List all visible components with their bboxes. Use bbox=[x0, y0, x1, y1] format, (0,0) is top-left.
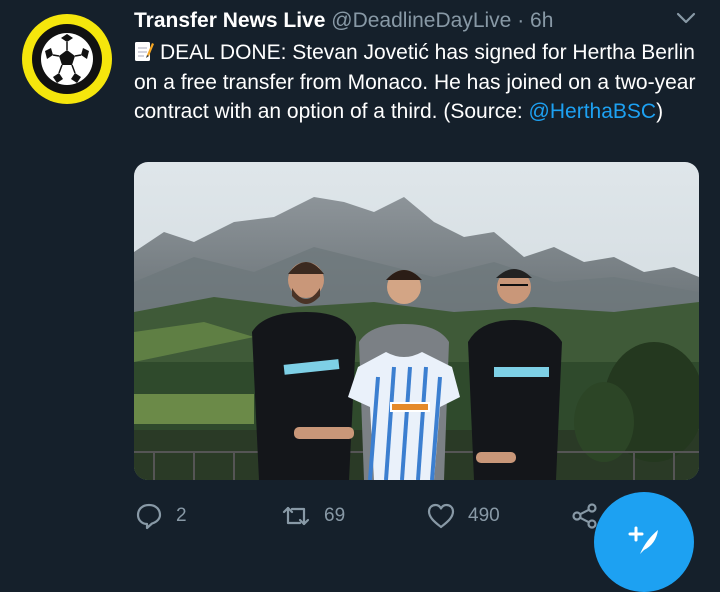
mention-link[interactable]: @HerthaBSC bbox=[529, 100, 657, 123]
compose-feather-icon bbox=[628, 526, 658, 554]
tweet-photo[interactable] bbox=[134, 162, 699, 480]
football-icon bbox=[32, 24, 102, 94]
tweet-action-bar: 2 69 490 bbox=[134, 498, 614, 534]
like-count: 490 bbox=[468, 505, 500, 526]
user-handle[interactable]: @DeadlineDayLive bbox=[331, 9, 511, 32]
like-button[interactable]: 490 bbox=[426, 498, 500, 534]
retweet-count: 69 bbox=[324, 505, 346, 526]
reply-button[interactable]: 2 bbox=[134, 498, 187, 534]
retweet-icon bbox=[282, 506, 310, 526]
chevron-down-icon[interactable] bbox=[674, 8, 698, 28]
tweet-text: DEAL DONE: Stevan Jovetić has signed for… bbox=[134, 38, 704, 127]
separator-dot: · bbox=[517, 9, 525, 32]
retweet-button[interactable]: 69 bbox=[280, 498, 345, 534]
reply-count: 2 bbox=[176, 505, 187, 526]
tweet-body-end: ) bbox=[656, 100, 664, 123]
reply-icon bbox=[136, 503, 162, 530]
tweet-time[interactable]: 6h bbox=[530, 9, 553, 32]
heart-icon bbox=[427, 503, 455, 529]
display-name[interactable]: Transfer News Live bbox=[134, 9, 325, 32]
memo-icon bbox=[134, 40, 154, 62]
compose-tweet-button[interactable] bbox=[594, 492, 694, 592]
avatar[interactable] bbox=[22, 14, 112, 104]
tweet-header: Transfer News Live @DeadlineDayLive · 6h bbox=[134, 9, 700, 35]
